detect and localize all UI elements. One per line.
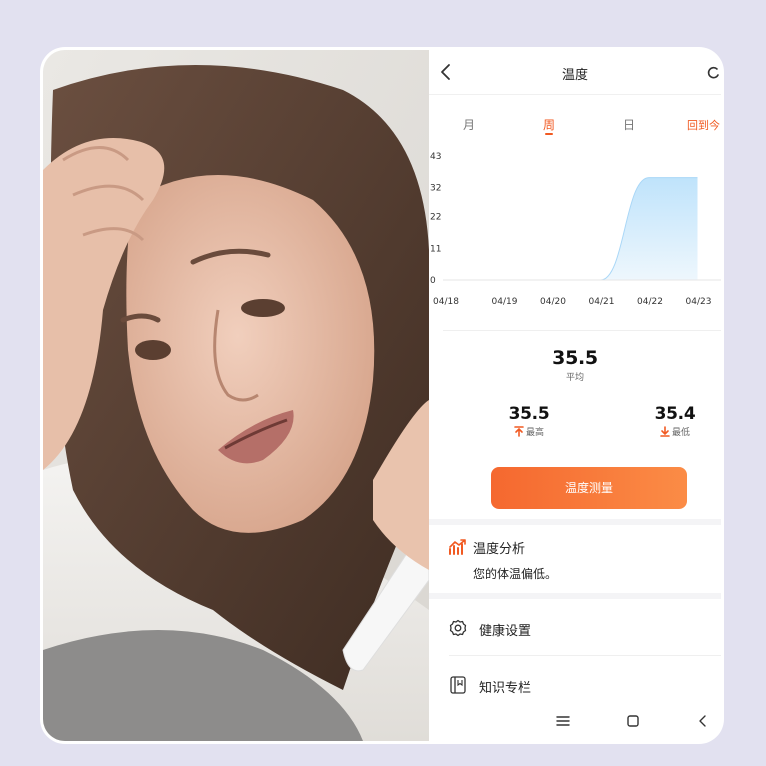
y-tick-label: 32 (430, 184, 441, 194)
sick-woman-photo (43, 50, 429, 741)
trend-chart-icon (449, 539, 466, 555)
y-tick-label: 22 (430, 213, 441, 223)
section-separator (429, 593, 721, 599)
min-label: 最低 (671, 428, 690, 438)
tab-month[interactable]: 月 (463, 116, 475, 133)
divider (449, 655, 721, 656)
min-label-row: 最低 (645, 425, 705, 438)
y-tick-label: 11 (430, 244, 441, 254)
book-icon (450, 676, 466, 694)
measure-temperature-button[interactable]: 温度测量 (491, 467, 687, 509)
min-value: 35.4 (654, 404, 696, 424)
arrow-up-icon (514, 426, 524, 437)
tab-day[interactable]: 日 (623, 116, 635, 133)
nav-back-icon[interactable] (696, 714, 710, 728)
back-to-today-link[interactable]: 回到今 (687, 117, 720, 133)
x-tick-label: 04/20 (540, 297, 566, 307)
x-tick-label: 04/18 (433, 297, 459, 307)
tab-week[interactable]: 周 (543, 116, 555, 133)
gear-icon (449, 619, 467, 637)
min-stat: 35.4 最低 (645, 404, 705, 438)
refresh-icon[interactable] (707, 66, 721, 80)
max-label: 最高 (525, 428, 544, 438)
max-value: 35.5 (508, 404, 550, 424)
section-separator (429, 519, 721, 525)
x-tick-label: 04/23 (686, 297, 712, 307)
page-title: 温度 (561, 68, 588, 83)
max-stat: 35.5 最高 (499, 404, 559, 438)
divider (443, 330, 721, 331)
average-label: 平均 (565, 373, 584, 383)
temperature-chart: 0 11 22 32 43 04/18 04/19 04/20 04/21 04/22 04/23 (430, 152, 721, 307)
average-stat: 35.5 平均 (429, 347, 721, 383)
x-tick-label: 04/21 (589, 297, 615, 307)
x-tick-label: 04/22 (637, 297, 663, 307)
active-tab-indicator (545, 133, 553, 135)
home-icon[interactable] (626, 714, 640, 728)
x-tick-label: 04/19 (492, 297, 518, 307)
series-area (455, 177, 698, 280)
analysis-title: 温度分析 (473, 542, 526, 557)
y-tick-label: 0 (430, 276, 436, 286)
y-tick-label: 43 (430, 152, 441, 162)
period-tabs: 月 周 日 回到今 (429, 116, 721, 140)
average-value: 35.5 (552, 347, 598, 369)
menu-label-knowledge-column: 知识专栏 (479, 681, 532, 696)
arrow-down-icon (660, 426, 670, 437)
max-label-row: 最高 (499, 425, 559, 438)
system-nav-bar (429, 702, 721, 738)
main-card: 温度 月 周 日 回到今 0 11 22 32 43 04/18 04/19 04/20 04/… (43, 50, 721, 741)
menu-label-health-settings: 健康设置 (479, 624, 532, 639)
phone-screen: 温度 月 周 日 回到今 0 11 22 32 43 04/18 04/19 04/20 04/… (429, 50, 721, 741)
top-bar: 温度 (429, 50, 721, 95)
menu-icon[interactable] (556, 714, 570, 728)
analysis-text: 您的体温偏低。 (473, 567, 558, 581)
